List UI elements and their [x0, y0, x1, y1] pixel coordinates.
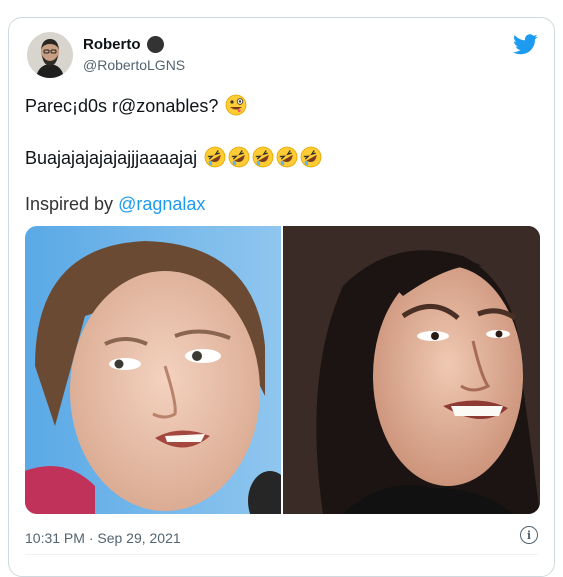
inspired-line: Inspired by @ragnalax [25, 194, 205, 215]
tweet-text-2: Buajajajajajajjjaaaajaj [25, 148, 198, 168]
rolling-laughing-icon [228, 146, 250, 173]
badge-icon [146, 36, 164, 53]
info-icon[interactable]: i [520, 526, 538, 544]
mention-link[interactable]: @ragnalax [118, 194, 205, 214]
tweet-media[interactable] [25, 226, 540, 514]
timestamp[interactable]: 10:31 PM · Sep 29, 2021 [25, 530, 181, 546]
rolling-laughing-icon [300, 146, 322, 173]
author-info[interactable]: Roberto @RobertoLGNS [83, 36, 185, 73]
divider [25, 554, 538, 555]
tweet-line-1: Parec¡d0s r@zonables? [25, 94, 247, 121]
rolling-laughing-icon [276, 146, 298, 173]
tweet-card[interactable]: Roberto @RobertoLGNS Parec¡d0s r@zonable… [8, 17, 555, 577]
author-name[interactable]: Roberto [83, 36, 141, 53]
twitter-bird-icon[interactable] [513, 34, 538, 55]
inspired-prefix: Inspired by [25, 194, 114, 214]
rolling-laughing-icon [252, 146, 274, 173]
author-handle[interactable]: @RobertoLGNS [83, 57, 185, 73]
photo-left[interactable] [25, 226, 281, 514]
tweet-line-2: Buajajajajajajjjaaaajaj [25, 146, 322, 173]
tweet-text-1: Parec¡d0s r@zonables? [25, 96, 219, 116]
photo-right[interactable] [283, 226, 540, 514]
rolling-laughing-icon [204, 146, 226, 173]
laughing-emojis [202, 146, 322, 168]
zany-face-icon [225, 94, 247, 121]
avatar[interactable] [27, 32, 73, 78]
